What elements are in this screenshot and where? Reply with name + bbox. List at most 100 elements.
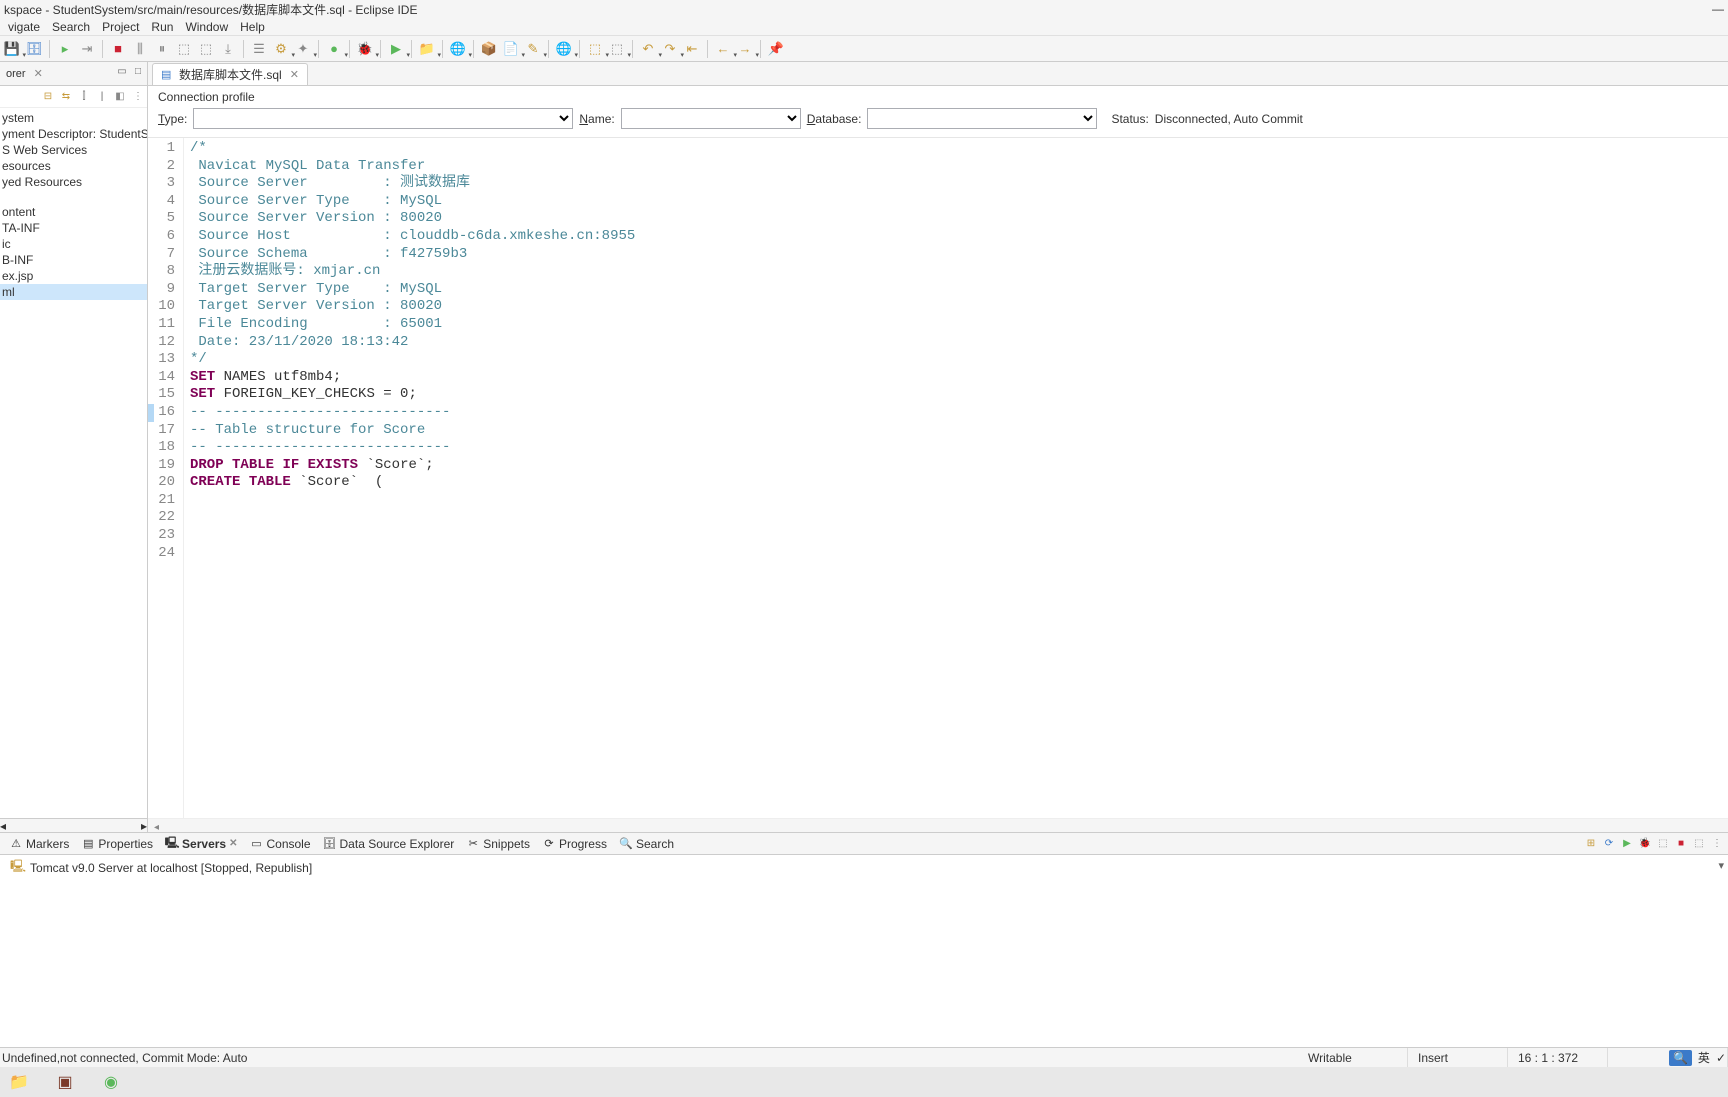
minimize-view-icon[interactable]: ▭ [115,64,129,78]
nav-fwd-icon[interactable]: → [735,39,755,59]
tree-item[interactable]: ystem [0,110,147,126]
profile-server-icon[interactable]: ⬚ [1656,837,1670,851]
tree-item[interactable]: ml [0,284,147,300]
menu-window[interactable]: Window [179,20,234,34]
server-debug-icon[interactable]: 🌐 [448,39,468,59]
task-icon[interactable]: ⬚ [585,39,605,59]
tree-item[interactable]: B-INF [0,252,147,268]
menu-search[interactable]: Search [46,20,96,34]
bottom-tab-servers[interactable]: 🖳Servers ✕ [160,835,242,853]
status-writable: Writable [1298,1048,1408,1067]
tree-item[interactable]: ontent [0,204,147,220]
collapse-all-icon[interactable]: ⊟ [41,90,55,104]
servers-view[interactable]: 🖳 Tomcat v9.0 Server at localhost [Stopp… [0,855,1728,1047]
save-all-icon[interactable]: 🗄 [24,39,44,59]
bottom-tab-search[interactable]: 🔍Search [614,835,679,853]
tree-item[interactable]: esources [0,158,147,174]
separator [243,40,244,58]
home-icon[interactable]: ⇤ [682,39,702,59]
database-select[interactable] [867,108,1097,129]
menu-navigate[interactable]: vigate [2,20,46,34]
bottom-tab-console[interactable]: ▭Console [244,835,315,853]
close-icon[interactable]: ✕ [34,67,43,80]
tree-item[interactable]: S Web Services [0,142,147,158]
wechat-icon[interactable]: ◉ [98,1069,124,1095]
save-icon[interactable]: 💾 [2,39,22,59]
editor-scrollbar[interactable]: ◂ [148,818,1728,832]
view-menu-icon[interactable]: ⋮ [1710,837,1724,851]
run-config-icon[interactable]: ▶ [386,39,406,59]
misc-icon[interactable]: ⬚ [196,39,216,59]
misc-icon[interactable]: ⬚ [174,39,194,59]
view-menu-icon[interactable]: ⋮ [131,90,145,104]
name-select[interactable] [621,108,801,129]
wand-icon[interactable]: ✎ [523,39,543,59]
debug-server-icon[interactable]: 🐞 [1638,837,1652,851]
name-label: Name: [579,112,614,126]
menu-run[interactable]: Run [145,20,179,34]
new-class-icon[interactable]: 📄 [501,39,521,59]
misc-icon[interactable]: ⤓ [218,39,238,59]
app-icon[interactable]: ▣ [52,1069,78,1095]
publish-icon[interactable]: ⟳ [1602,837,1616,851]
type-select[interactable] [193,108,573,129]
config-icon[interactable]: ⚙ [271,39,291,59]
menu-project[interactable]: Project [96,20,145,34]
wizard-icon[interactable]: ✦ [293,39,313,59]
tree-item[interactable]: ic [0,236,147,252]
play-icon[interactable]: ▸ [55,39,75,59]
tree-item[interactable]: ex.jsp [0,268,147,284]
skip-icon[interactable]: ⫼ [130,39,150,59]
nav-back-icon[interactable]: ← [713,39,733,59]
back-icon[interactable]: ↶ [638,39,658,59]
publish-server-icon[interactable]: ⬚ [1692,837,1706,851]
project-tree[interactable]: ystemyment Descriptor: StudentSystemS We… [0,108,147,818]
server-item[interactable]: 🖳 Tomcat v9.0 Server at localhost [Stopp… [10,857,1718,878]
tree-icon[interactable]: ☰ [249,39,269,59]
minimize-icon[interactable]: — [1712,2,1724,16]
step-icon[interactable]: ⇥ [77,39,97,59]
tree-item[interactable]: TA-INF [0,220,147,236]
editor-tab-sql[interactable]: ▤ 数据库脚本文件.sql ✕ [152,63,308,85]
explorer-tab[interactable]: orer [0,66,32,82]
start-server-icon[interactable]: ▶ [1620,837,1634,851]
bottom-tab-progress[interactable]: ⟳Progress [537,835,612,853]
bottom-tab-properties[interactable]: ▤Properties [76,835,158,853]
ime-icon[interactable]: ✓ [1716,1051,1726,1065]
bottom-tab-markers[interactable]: ⚠Markers [4,835,74,853]
server-run-icon[interactable]: 📁 [417,39,437,59]
bottom-tab-data-source-explorer[interactable]: 🗄Data Source Explorer [318,835,460,853]
stop-icon[interactable]: ■ [108,39,128,59]
link-editor-icon[interactable]: ⇆ [59,90,73,104]
expand-icon[interactable]: ▾ [1718,859,1724,872]
status-connection: Undefined,not connected, Commit Mode: Au… [0,1051,1298,1065]
debug-bug-icon[interactable]: 🐞 [355,39,375,59]
filter-icon[interactable]: ⫿ [77,90,91,104]
code-content[interactable]: /* Navicat MySQL Data Transfer Source Se… [184,138,1728,818]
separator [442,40,443,58]
tree-item[interactable]: yment Descriptor: StudentSystem [0,126,147,142]
new-server-icon[interactable]: ⊞ [1584,837,1598,851]
bottom-tab-snippets[interactable]: ✂Snippets [461,835,535,853]
horizontal-scrollbar[interactable]: ◂ ▸ [0,818,147,832]
menu-help[interactable]: Help [234,20,271,34]
code-editor[interactable]: 123456789101112131415161718192021222324 … [148,138,1728,818]
database-label: Database: [807,112,862,126]
close-icon[interactable]: ✕ [290,68,299,81]
pause-icon[interactable]: ⏸ [152,39,172,59]
ime-indicator[interactable]: 英 [1698,1049,1710,1066]
fwd-icon[interactable]: ↷ [660,39,680,59]
new-pkg-icon[interactable]: 📦 [479,39,499,59]
browser-icon[interactable]: 🌐 [554,39,574,59]
pin-icon[interactable]: 📌 [766,39,786,59]
stop-server-icon[interactable]: ■ [1674,837,1688,851]
tab-icon: ▤ [81,837,95,851]
run-dropdown-icon[interactable]: ● [324,39,344,59]
file-explorer-icon[interactable]: 📁 [6,1069,32,1095]
tree-item[interactable]: yed Resources [0,174,147,190]
focus-icon[interactable]: ◧ [113,90,127,104]
task-icon[interactable]: ⬚ [607,39,627,59]
maximize-view-icon[interactable]: □ [131,64,145,78]
tab-icon: ⚠ [9,837,23,851]
search-chip-icon[interactable]: 🔍 [1669,1050,1692,1066]
